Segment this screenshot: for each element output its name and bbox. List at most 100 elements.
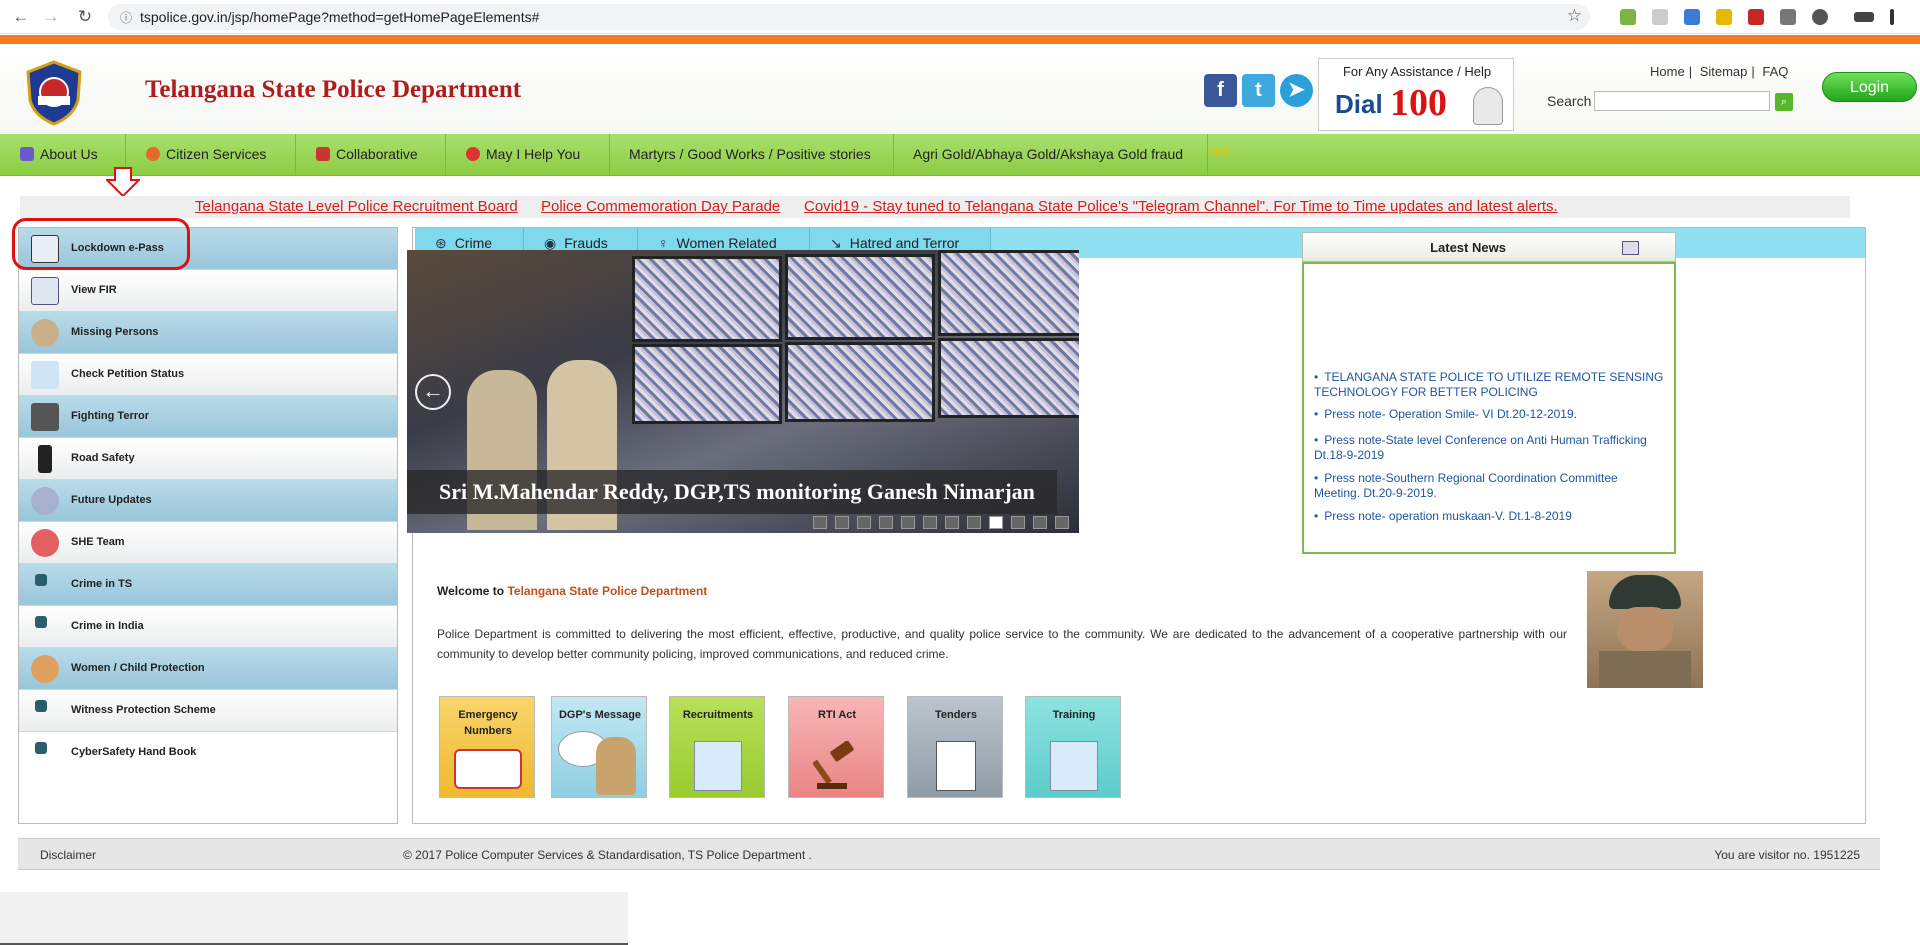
ticker-link[interactable]: Covid19 - Stay tuned to Telangana State … <box>804 198 1558 215</box>
tile-label: Tenders <box>935 709 977 721</box>
cap-shape <box>1609 575 1681 609</box>
sidebar-item-label: Crime in India <box>71 620 144 632</box>
address-bar[interactable]: ⓘ tspolice.gov.in/jsp/homePage?method=ge… <box>108 4 1590 30</box>
url-text[interactable]: tspolice.gov.in/jsp/homePage?method=getH… <box>140 9 539 25</box>
extension-icon[interactable] <box>1748 9 1764 25</box>
tile-rti-act[interactable]: RTI Act <box>788 696 884 798</box>
sidebar-item-fighting-terror[interactable]: Fighting Terror <box>19 396 397 438</box>
sidebar-item-cybersafety[interactable]: CyberSafety Hand Book <box>19 732 397 774</box>
sidebar-item-label: SHE Team <box>71 536 125 548</box>
sidebar-item-missing-persons[interactable]: Missing Persons <box>19 312 397 354</box>
police-logo[interactable] <box>24 60 84 126</box>
browser-toolbar: ← → ↻ ⓘ tspolice.gov.in/jsp/homePage?met… <box>0 0 1920 34</box>
dial-label: Dial <box>1335 89 1383 119</box>
search-input[interactable] <box>1594 91 1770 111</box>
nav-collaborative[interactable]: Collaborative <box>296 134 446 176</box>
news-item[interactable]: • Press note-Southern Regional Coordinati… <box>1314 471 1666 501</box>
news-item[interactable]: • Press note-State level Conference on An… <box>1314 433 1666 463</box>
news-item[interactable]: • Press note- operation muskaan-V. Dt.1-8… <box>1314 509 1666 524</box>
slider-dot[interactable] <box>967 516 981 529</box>
slider-dot[interactable] <box>923 516 937 529</box>
sidebar-item-view-fir[interactable]: View FIR <box>19 270 397 312</box>
nav-agri-gold[interactable]: Agri Gold/Abhaya Gold/Akshaya Gold fraud <box>894 134 1208 176</box>
sidebar-item-crime-in-india[interactable]: Crime in India <box>19 606 397 648</box>
extension-icon[interactable] <box>1716 9 1732 25</box>
sidebar-item-crime-in-ts[interactable]: Crime in TS <box>19 564 397 606</box>
annotation-highlight <box>12 218 190 270</box>
dial-100-helpbox[interactable]: For Any Assistance / Help Dial 100 <box>1318 58 1514 131</box>
slider-prev-button[interactable]: ← <box>415 374 451 410</box>
arrow-icon <box>35 574 47 586</box>
tile-tenders[interactable]: Tenders <box>907 696 1003 798</box>
sidebar-item-label: Check Petition Status <box>71 368 185 380</box>
window-icon[interactable] <box>1622 241 1639 255</box>
news-item[interactable]: • Press note- Operation Smile- VI Dt.20-1… <box>1314 407 1666 422</box>
help-title: For Any Assistance / Help <box>1342 64 1492 79</box>
welcome-brand: Telangana State Police Department <box>507 584 708 598</box>
sidebar-item-she-team[interactable]: SHE Team <box>19 522 397 564</box>
ambulance-icon <box>454 749 522 789</box>
sidebar-item-future-updates[interactable]: Future Updates <box>19 480 397 522</box>
sidebar-item-check-petition[interactable]: Check Petition Status <box>19 354 397 396</box>
back-icon[interactable]: ← <box>10 6 32 28</box>
sidebar: Lockdown e-Pass View FIR Missing Persons… <box>18 227 398 824</box>
new-badge: NEW <box>1208 147 1229 157</box>
facebook-icon[interactable]: f <box>1204 74 1237 107</box>
tile-dgp-message[interactable]: DGP's Message <box>551 696 647 798</box>
sitemap-link[interactable]: Sitemap <box>1700 64 1748 79</box>
slider-dot[interactable] <box>813 516 827 529</box>
extension-icon[interactable] <box>1620 9 1636 25</box>
gmail-icon[interactable] <box>1780 9 1796 25</box>
tile-training[interactable]: Training <box>1025 696 1121 798</box>
sidebar-item-label: View FIR <box>71 284 117 296</box>
nav-citizen-services[interactable]: Citizen Services <box>126 134 296 176</box>
ticker-link[interactable]: Police Commemoration Day Parade <box>541 198 780 215</box>
sidebar-item-women-child-protection[interactable]: Women / Child Protection <box>19 648 397 690</box>
lifebuoy-icon <box>466 147 480 161</box>
slide-caption: Sri M.Mahendar Reddy, DGP,TS monitoring … <box>439 479 1035 504</box>
sidebar-item-road-safety[interactable]: Road Safety <box>19 438 397 480</box>
bookmark-star-icon[interactable]: ☆ <box>1567 6 1582 26</box>
nav-martyrs[interactable]: Martyrs / Good Works / Positive stories <box>610 134 894 176</box>
search-icon[interactable]: ⌕ <box>1775 93 1793 111</box>
extension-icon[interactable] <box>1812 9 1828 25</box>
slider-dot[interactable] <box>901 516 915 529</box>
slider-dot[interactable] <box>879 516 893 529</box>
sidebar-item-label: Women / Child Protection <box>71 662 205 674</box>
slider-dot[interactable] <box>1055 516 1069 529</box>
slider-dot[interactable] <box>989 516 1003 529</box>
menu-icon[interactable] <box>1890 9 1894 25</box>
reload-icon[interactable]: ↻ <box>74 6 96 28</box>
telegram-icon[interactable]: ➤ <box>1280 74 1313 107</box>
sidebar-item-witness-protection[interactable]: Witness Protection Scheme <box>19 690 397 732</box>
slider-dot[interactable] <box>945 516 959 529</box>
disclaimer-link[interactable]: Disclaimer <box>40 848 96 862</box>
news-item[interactable]: • TELANGANA STATE POLICE TO UTILIZE REMOT… <box>1314 370 1666 400</box>
forward-icon[interactable]: → <box>40 6 62 28</box>
slider-dot[interactable] <box>1011 516 1025 529</box>
extension-icon[interactable] <box>1854 12 1874 22</box>
annotation-arrow-icon <box>104 166 142 198</box>
screen-image <box>938 250 1079 336</box>
info-icon[interactable]: ⓘ <box>120 9 132 26</box>
nav-label: About Us <box>40 146 98 162</box>
faq-link[interactable]: FAQ <box>1762 64 1788 79</box>
extension-icon[interactable] <box>1652 9 1668 25</box>
slider-dot[interactable] <box>1033 516 1047 529</box>
twitter-icon[interactable]: t <box>1242 74 1275 107</box>
extension-icon[interactable] <box>1684 9 1700 25</box>
gavel-icon <box>812 740 861 791</box>
ticker-link[interactable]: Telangana State Level Police Recruitment… <box>195 198 518 215</box>
main-nav: About Us Citizen Services Collaborative … <box>0 134 1920 176</box>
tile-emergency-numbers[interactable]: Emergency Numbers <box>439 696 535 798</box>
tile-recruitments[interactable]: Recruitments <box>669 696 765 798</box>
slider-dot[interactable] <box>857 516 871 529</box>
image-slider[interactable]: ← Sri M.Mahendar Reddy, DGP,TS monitorin… <box>407 250 1079 533</box>
login-button[interactable]: Login <box>1822 72 1917 102</box>
tab-label: Crime <box>454 235 493 251</box>
slider-dot[interactable] <box>835 516 849 529</box>
news-text: Press note- Operation Smile- VI Dt.20-12… <box>1324 407 1577 421</box>
nav-label: Citizen Services <box>166 146 267 162</box>
home-link[interactable]: Home <box>1650 64 1685 79</box>
nav-may-i-help-you[interactable]: May I Help You <box>446 134 610 176</box>
